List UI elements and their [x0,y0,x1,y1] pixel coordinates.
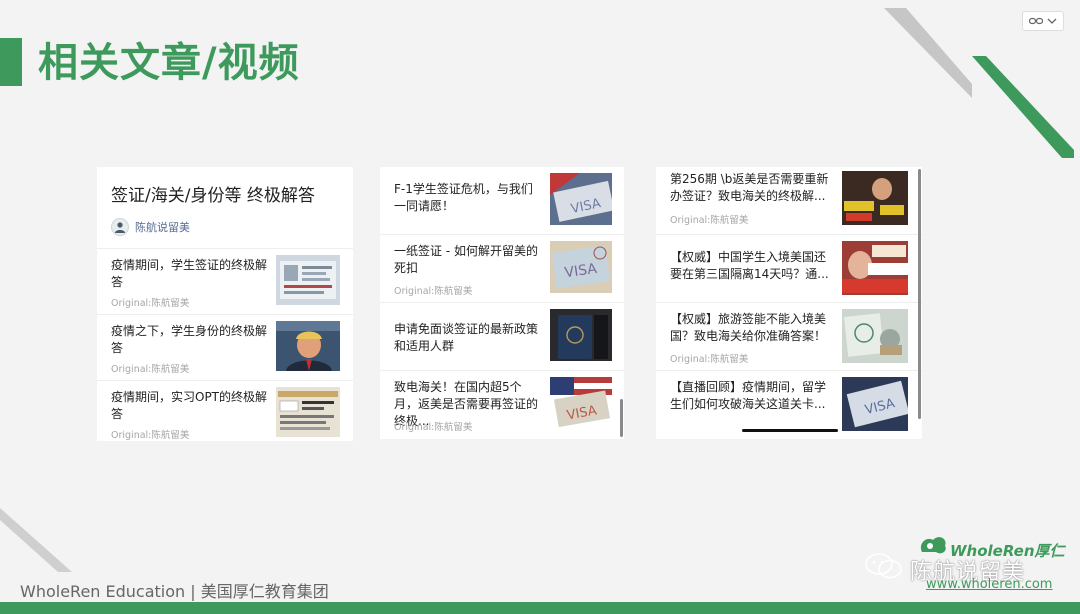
video-title: 第256期 \b返美是否需要重新办签证？致电海关的终极解... [670,172,829,203]
article-item[interactable]: F-1学生签证危机，与我们一同请愿！ VISA [380,167,624,235]
visa-flag-image: VISA [550,173,612,225]
article-source: Original:陈航留美 [111,298,190,309]
brand-url-link[interactable]: www.wholeren.com [926,577,1052,592]
video-thumb-3 [842,309,908,363]
page-title: 相关文章/视频 [38,40,300,86]
article-title: 申请免面谈签证的最新政策和适用人群 [394,322,539,353]
visa-flag-image-2: VISA [550,377,612,429]
scrollbar[interactable] [620,399,623,437]
visa-document-image [276,255,340,305]
video-title: 【权威】中国学生入境美国还要在第三国隔离14天吗？通... [670,250,829,281]
slide: 相关文章/视频 签证/海关/身份等 终极解答 陈航说留美 疫情期间，学生签证的终… [0,0,1080,614]
link-icon [1029,17,1043,25]
passport-image [550,309,612,361]
video-item[interactable]: 【权威】中国学生入境美国还要在第三国隔离14天吗？通... [656,235,922,303]
video-source: Original:陈航留美 [670,215,749,226]
title-accent-bar [0,38,22,86]
video-item[interactable]: 【权威】旅游签能不能入境美国？致电海关给你准确答案！ Original:陈航留美 [656,303,922,371]
article-source: Original:陈航留美 [111,430,190,441]
video-title: 【直播回顾】疫情期间，留学生们如何攻破海关这道关卡... [670,380,827,411]
home-indicator [742,429,838,432]
related-list-card: F-1学生签证危机，与我们一同请愿！ VISA 一纸签证 - 如何解开留美的死扣… [380,167,624,439]
avatar [111,218,129,236]
view-options-button[interactable] [1022,11,1064,31]
video-thumb-4: VISA [842,377,908,431]
article-source: Original:陈航留美 [394,422,473,433]
video-thumb-1 [842,171,908,225]
footer-bar [0,602,1080,614]
article-source: Original:陈航留美 [111,364,190,375]
album-card-visa: 签证/海关/身份等 终极解答 陈航说留美 疫情期间，学生签证的终极解答 Orig… [97,167,353,441]
author-name: 陈航说留美 [135,221,190,234]
article-item[interactable]: 疫情之下，学生身份的终极解答 Original:陈航留美 [97,315,353,381]
article-title: 一纸签证 - 如何解开留美的死扣 [394,244,538,275]
article-title: 疫情期间，实习OPT的终极解答 [111,390,268,421]
scrollbar[interactable] [918,169,921,419]
article-title: F-1学生签证危机，与我们一同请愿！ [394,182,533,213]
footer-caption: WholeRen Education | 美国厚仁教育集团 [20,582,329,601]
wechat-icon [864,552,904,584]
article-item[interactable]: 致电海关！在国内超5个月，返美是否需要再签证的终极... Original:陈航… [380,371,624,439]
article-title: 疫情之下，学生身份的终极解答 [111,324,268,355]
album-header: 签证/海关/身份等 终极解答 陈航说留美 [97,167,353,236]
opt-form-image [276,387,340,437]
album-author[interactable]: 陈航说留美 [111,218,339,236]
article-source: Original:陈航留美 [394,286,473,297]
article-title: 疫情期间，学生签证的终极解答 [111,258,268,289]
chevron-down-icon [1047,18,1057,24]
video-title: 【权威】旅游签能不能入境美国？致电海关给你准确答案！ [670,312,827,343]
article-item[interactable]: 疫情期间，实习OPT的终极解答 Original:陈航留美 [97,381,353,441]
video-thumb-2 [842,241,908,295]
article-item[interactable]: 申请免面谈签证的最新政策和适用人群 [380,303,624,371]
article-item[interactable]: 一纸签证 - 如何解开留美的死扣 Original:陈航留美 VISA [380,235,624,303]
video-source: Original:陈航留美 [670,354,749,365]
video-item[interactable]: 第256期 \b返美是否需要重新办签证？致电海关的终极解... Original… [656,167,922,235]
press-conference-image [276,321,340,371]
article-item[interactable]: 疫情期间，学生签证的终极解答 Original:陈航留美 [97,249,353,315]
album-title: 签证/海关/身份等 终极解答 [111,186,315,206]
video-list-card: 第256期 \b返美是否需要重新办签证？致电海关的终极解... Original… [656,167,922,439]
visa-stamp-image: VISA [550,241,612,293]
